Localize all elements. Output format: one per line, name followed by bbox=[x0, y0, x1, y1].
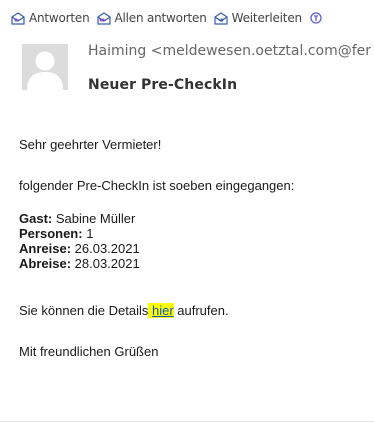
message-toolbar: Antworten Allen antworten Weiterleiten bbox=[10, 8, 374, 28]
closing-text: Mit freundlichen Grüßen bbox=[19, 344, 159, 359]
forward-button[interactable]: Weiterleiten bbox=[213, 11, 302, 25]
reply-label: Antworten bbox=[29, 11, 90, 25]
reply-all-icon bbox=[96, 12, 111, 25]
details-link[interactable]: hier bbox=[151, 303, 174, 318]
person-icon bbox=[22, 44, 68, 90]
link-suffix-text: aufrufen. bbox=[173, 303, 229, 318]
reply-button[interactable]: Antworten bbox=[10, 11, 90, 25]
arrival-value: 26.03.2021 bbox=[71, 241, 140, 256]
guest-row: Gast: Sabine Müller bbox=[19, 211, 140, 226]
details-link-sentence: Sie können die Details hier aufrufen. bbox=[19, 303, 229, 319]
persons-row: Personen: 1 bbox=[19, 226, 140, 241]
checkin-details: Gast: Sabine Müller Personen: 1 Anreise:… bbox=[19, 211, 140, 271]
arrival-row: Anreise: 26.03.2021 bbox=[19, 241, 140, 256]
departure-value: 28.03.2021 bbox=[71, 256, 140, 271]
sender-address[interactable]: Haiming <meldewesen.oetztal.com@fer bbox=[88, 43, 374, 59]
reply-all-label: Allen antworten bbox=[114, 11, 207, 25]
departure-row: Abreise: 28.03.2021 bbox=[19, 256, 140, 271]
arrival-label: Anreise: bbox=[19, 241, 72, 256]
greeting-text: Sehr geehrter Vermieter! bbox=[19, 137, 162, 152]
teams-share-button[interactable] bbox=[308, 11, 327, 25]
guest-label: Gast: bbox=[19, 211, 53, 226]
reply-all-button[interactable]: Allen antworten bbox=[96, 11, 207, 25]
reply-icon bbox=[11, 12, 25, 25]
avatar bbox=[22, 44, 68, 90]
teams-share-icon bbox=[310, 12, 322, 24]
persons-label: Personen: bbox=[19, 226, 83, 241]
persons-value: 1 bbox=[82, 226, 94, 241]
forward-label: Weiterleiten bbox=[231, 11, 302, 25]
forward-icon bbox=[214, 12, 228, 25]
guest-value: Sabine Müller bbox=[52, 211, 136, 226]
divider bbox=[0, 421, 374, 422]
departure-label: Abreise: bbox=[19, 256, 72, 271]
link-prefix-text: Sie können die Details bbox=[19, 303, 149, 318]
message-subject: Neuer Pre-CheckIn bbox=[88, 77, 238, 93]
intro-text: folgender Pre-CheckIn ist soeben eingega… bbox=[19, 178, 295, 193]
